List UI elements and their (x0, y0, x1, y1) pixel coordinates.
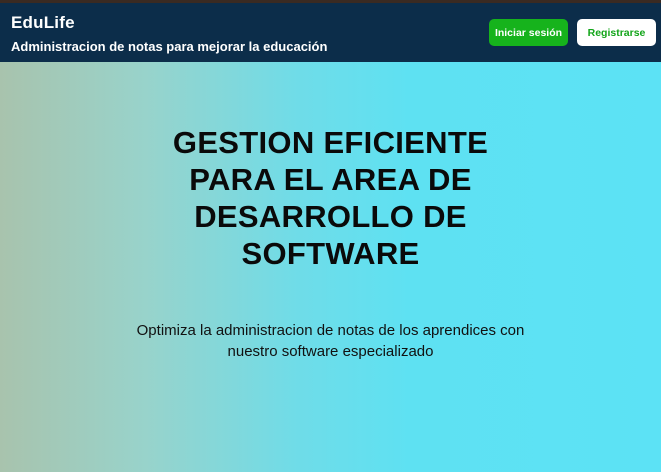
hero-section: GESTION EFICIENTE PARA EL AREA DE DESARR… (0, 62, 661, 472)
hero-title: GESTION EFICIENTE PARA EL AREA DE DESARR… (172, 125, 489, 271)
site-header: EduLife Administracion de notas para mej… (0, 3, 661, 62)
login-button[interactable]: Iniciar sesión (489, 19, 568, 46)
site-tagline: Administracion de notas para mejorar la … (11, 39, 328, 54)
hero-subtitle: Optimiza la administracion de notas de l… (136, 322, 525, 360)
brand-logo-text[interactable]: EduLife (11, 13, 75, 33)
register-button[interactable]: Registrarse (577, 19, 656, 46)
